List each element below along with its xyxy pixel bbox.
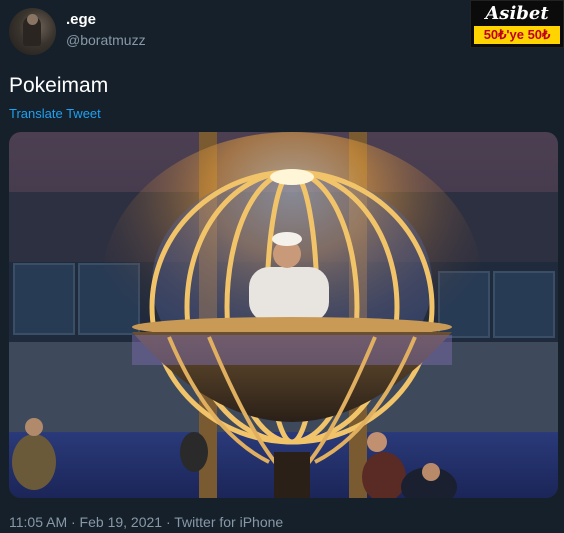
- tweet-text: Pokeimam: [9, 74, 109, 97]
- ad-banner[interactable]: Asibet 50₺'ye 50₺: [470, 0, 564, 48]
- avatar[interactable]: [9, 8, 56, 55]
- ad-brand-label: Asibet: [485, 3, 549, 24]
- photo-illustration: [9, 132, 558, 498]
- avatar-head: [27, 14, 38, 25]
- tweet-meta: 11:05 AM · Feb 19, 2021 · Twitter for iP…: [9, 514, 284, 530]
- translate-tweet-link[interactable]: Translate Tweet: [9, 106, 101, 121]
- author-handle[interactable]: @boratmuzz: [66, 32, 146, 48]
- tweet: .ege @boratmuzz Asibet 50₺'ye 50₺ Pokeim…: [0, 0, 564, 533]
- tweet-photo[interactable]: [9, 132, 558, 498]
- author-display-name[interactable]: .ege: [66, 11, 96, 28]
- ad-promo-label: 50₺'ye 50₺: [474, 26, 560, 44]
